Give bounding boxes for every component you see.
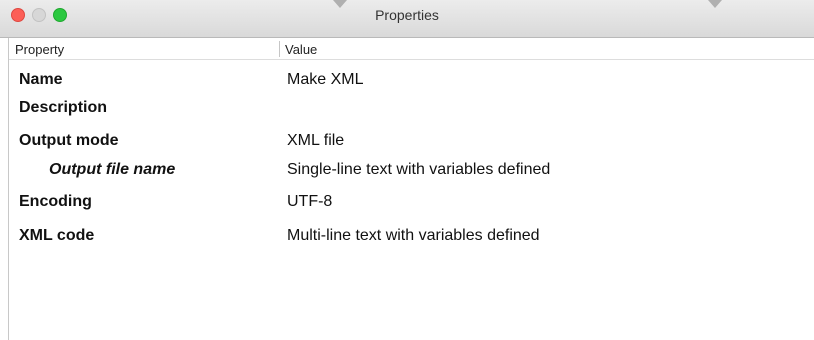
property-value[interactable]: Make XML (287, 71, 363, 89)
column-resize-divider[interactable] (279, 41, 280, 57)
table-row[interactable]: XML code Multi-line text with variables … (9, 227, 809, 253)
property-value[interactable]: XML file (287, 132, 344, 150)
table-row[interactable]: Encoding UTF-8 (9, 193, 809, 219)
table-header: Property Value (9, 38, 814, 60)
column-header-property[interactable]: Property (15, 42, 64, 57)
property-name: Output file name (49, 161, 176, 178)
title-bar[interactable]: Properties (0, 0, 814, 38)
property-value[interactable]: Multi-line text with variables defined (287, 227, 540, 245)
table-row[interactable]: Output file name Single-line text with v… (9, 161, 809, 187)
table-row[interactable]: Description (9, 99, 809, 125)
properties-window: Properties Property Value Name Make XML … (0, 0, 814, 340)
property-name: Encoding (19, 193, 92, 210)
column-header-value[interactable]: Value (285, 42, 317, 57)
table-row[interactable]: Output mode XML file (9, 132, 809, 158)
property-value[interactable]: Single-line text with variables defined (287, 161, 550, 179)
window-title: Properties (375, 7, 439, 23)
property-name: Output mode (19, 132, 119, 149)
properties-table: Property Value Name Make XML Description… (8, 38, 814, 340)
table-row[interactable]: Name Make XML (9, 71, 809, 97)
property-name: Name (19, 71, 63, 88)
property-name: XML code (19, 227, 95, 244)
property-value[interactable]: UTF-8 (287, 193, 332, 211)
property-name: Description (19, 99, 108, 116)
